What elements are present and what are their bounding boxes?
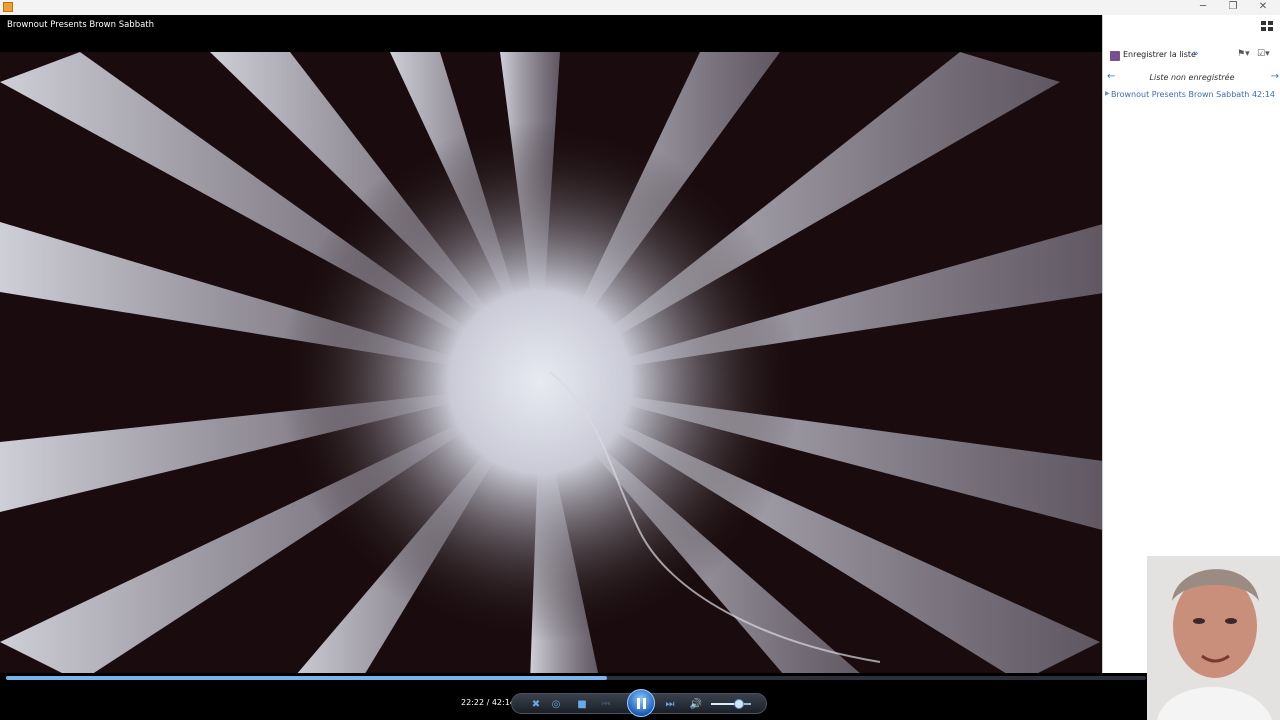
save-list-button[interactable]: Enregistrer la liste — [1123, 50, 1196, 59]
pause-icon[interactable] — [627, 689, 655, 717]
webcam-person-image — [1147, 556, 1280, 720]
window-titlebar: ─ ❐ ✕ — [0, 0, 1280, 15]
minimize-icon[interactable]: ─ — [1188, 0, 1218, 15]
save-list-icon[interactable] — [1110, 51, 1120, 61]
video-visualization — [0, 52, 1102, 673]
transport-controls: ✖ ◎ ■ ⏮ ⏭ 🔊 — [511, 689, 767, 717]
player-controls: 22:22 / 42:14 ✖ ◎ ■ ⏮ ⏭ 🔊 — [0, 673, 1147, 720]
playlist-item[interactable]: ▶ Brownout Presents Brown Sabbath 42:14 — [1103, 89, 1280, 101]
playlist-item-duration: 42:14 — [1251, 90, 1275, 99]
webcam-overlay — [1147, 556, 1280, 720]
playlist-header — [1103, 15, 1280, 37]
stop-icon[interactable]: ■ — [575, 697, 589, 711]
forward-arrow-icon[interactable]: → — [1271, 71, 1279, 82]
switch-to-library-icon[interactable] — [1261, 21, 1273, 31]
volume-knob[interactable] — [734, 699, 744, 709]
restore-icon[interactable]: ❐ — [1218, 0, 1248, 15]
playlist-toolbar: Enregistrer la liste » ⚑▾ ☑▾ — [1103, 45, 1280, 65]
list-view-options-icon[interactable]: ☑▾ — [1257, 49, 1270, 59]
now-playing-indicator-icon: ▶ — [1105, 90, 1110, 97]
video-frame[interactable] — [0, 52, 1102, 673]
seek-bar-progress — [6, 676, 607, 680]
media-title: Brownout Presents Brown Sabbath — [7, 20, 155, 30]
mute-icon[interactable]: 🔊 — [689, 697, 703, 711]
more-options-chevron[interactable]: » — [1193, 49, 1199, 59]
video-area[interactable]: Brownout Presents Brown Sabbath — [0, 15, 1102, 673]
previous-icon[interactable]: ⏮ — [599, 697, 613, 711]
seek-bar[interactable] — [6, 676, 1146, 680]
next-icon[interactable]: ⏭ — [663, 697, 677, 711]
volume-slider[interactable] — [711, 703, 751, 705]
repeat-icon[interactable]: ◎ — [549, 697, 563, 711]
playlist-item-title: Brownout Presents Brown Sabbath — [1111, 90, 1250, 99]
app-icon — [3, 2, 13, 12]
time-display: 22:22 / 42:14 — [461, 698, 515, 707]
playlist-name: Liste non enregistrée — [1149, 73, 1235, 82]
shuffle-icon[interactable]: ✖ — [529, 697, 543, 711]
close-icon[interactable]: ✕ — [1248, 0, 1278, 15]
playlist-nav: ← Liste non enregistrée → — [1103, 71, 1280, 85]
list-options-icon[interactable]: ⚑▾ — [1237, 49, 1250, 59]
